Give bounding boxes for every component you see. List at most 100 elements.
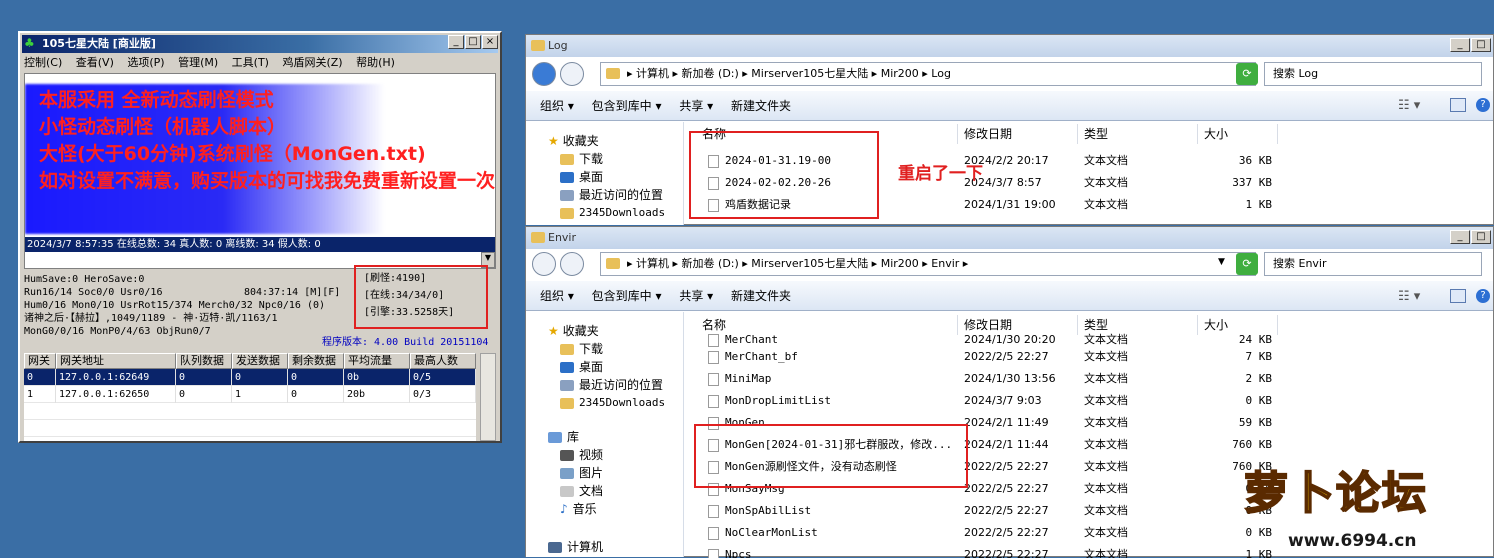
help-icon[interactable]: ?: [1476, 289, 1490, 303]
forward-icon[interactable]: [560, 62, 584, 86]
gate-cell: 0: [24, 369, 56, 386]
chevron-down-icon[interactable]: ▼: [1218, 257, 1225, 267]
nav-music[interactable]: ♪音乐: [560, 500, 597, 518]
col-date[interactable]: 修改日期: [958, 124, 1078, 144]
file-date: 2024/1/31 19:00: [964, 194, 1056, 216]
file-size: 1 KB: [1204, 194, 1272, 216]
menu-options[interactable]: 选项(P): [127, 56, 164, 69]
gate-col-send[interactable]: 发送数据: [232, 353, 288, 369]
online-count: [在线:34/34/0]: [364, 287, 486, 304]
include-library-button[interactable]: 包含到库中 ▾: [592, 99, 662, 113]
organize-button[interactable]: 组织 ▾: [540, 289, 574, 303]
menu-tools[interactable]: 工具(T): [232, 56, 269, 69]
share-button[interactable]: 共享 ▾: [679, 289, 713, 303]
nav-videos[interactable]: 视频: [560, 446, 603, 464]
minimize-button[interactable]: _: [1450, 230, 1470, 244]
col-name[interactable]: 名称: [696, 315, 958, 335]
help-icon[interactable]: ?: [1476, 98, 1490, 112]
col-size[interactable]: 大小: [1198, 315, 1278, 335]
list-item[interactable]: MonDropLimitList: [708, 390, 831, 412]
gate-col-addr[interactable]: 网关地址: [56, 353, 176, 369]
gate-col-remain[interactable]: 剩余数据: [288, 353, 344, 369]
share-button[interactable]: 共享 ▾: [679, 99, 713, 113]
forward-icon[interactable]: [560, 252, 584, 276]
engine-uptime: [引擎:33.5258天]: [364, 304, 486, 321]
nav-recent[interactable]: 最近访问的位置: [560, 376, 663, 394]
back-icon[interactable]: [532, 62, 556, 86]
gate-scrollbar[interactable]: [480, 353, 496, 441]
watermark-logo: 萝卜论坛: [1244, 457, 1428, 521]
server-menu: 控制(C) 查看(V) 选项(P) 管理(M) 工具(T) 鸡盾网关(Z) 帮助…: [24, 54, 405, 72]
organize-button[interactable]: 组织 ▾: [540, 99, 574, 113]
nav-2345downloads[interactable]: 2345Downloads: [560, 394, 665, 412]
nav-label: 最近访问的位置: [579, 378, 663, 392]
gate-col-id[interactable]: 网关: [24, 353, 56, 369]
nav-favorites[interactable]: ★收藏夹: [548, 132, 599, 150]
nav-libraries[interactable]: 库: [548, 428, 579, 446]
menu-control[interactable]: 控制(C): [24, 56, 62, 69]
maximize-button[interactable]: □: [1471, 230, 1491, 244]
new-folder-button[interactable]: 新建文件夹: [731, 289, 791, 303]
nav-label: 下载: [579, 152, 603, 166]
app-icon: ♣: [24, 36, 35, 50]
list-item[interactable]: NoClearMonList: [708, 522, 818, 544]
notice-line: 大怪(大于60分钟)系统刷怪（MonGen.txt): [39, 141, 495, 168]
view-icon[interactable]: ☷ ▾: [1398, 98, 1420, 113]
nav-desktop[interactable]: 桌面: [560, 358, 603, 376]
gate-cell: 20b: [344, 386, 410, 403]
menu-view[interactable]: 查看(V): [76, 56, 114, 69]
new-folder-button[interactable]: 新建文件夹: [731, 99, 791, 113]
refresh-icon[interactable]: ⟳: [1236, 253, 1258, 275]
col-size[interactable]: 大小: [1198, 124, 1278, 144]
nav-desktop[interactable]: 桌面: [560, 168, 603, 186]
nav-favorites[interactable]: ★收藏夹: [548, 322, 599, 340]
include-library-button[interactable]: 包含到库中 ▾: [592, 289, 662, 303]
table-row[interactable]: 1 127.0.0.1:62650 0 1 0 20b 0/3: [24, 386, 476, 403]
log-line-selected[interactable]: 2024/3/7 8:57:35 在线总数: 34 真人数: 0 离线数: 34…: [25, 237, 495, 252]
minimize-button[interactable]: _: [1450, 38, 1470, 52]
minimize-button[interactable]: _: [448, 35, 464, 49]
file-type: 文本文档: [1084, 456, 1128, 478]
maximize-button[interactable]: □: [465, 35, 481, 49]
list-item[interactable]: MonSpAbilList: [708, 500, 811, 522]
close-button[interactable]: ×: [482, 35, 498, 49]
file-date: 2022/2/5 22:27: [964, 478, 1049, 500]
nav-recent[interactable]: 最近访问的位置: [560, 186, 663, 204]
gate-col-avg[interactable]: 平均流量: [344, 353, 410, 369]
gate-col-queue[interactable]: 队列数据: [176, 353, 232, 369]
col-type[interactable]: 类型: [1078, 124, 1198, 144]
nav-label: 文档: [579, 484, 603, 498]
nav-downloads[interactable]: 下载: [560, 150, 603, 168]
list-item[interactable]: Npcs: [708, 544, 752, 558]
preview-pane-icon[interactable]: [1450, 289, 1466, 303]
address-bar[interactable]: ▸ 计算机 ▸ 新加卷 (D:) ▸ Mirserver105七星大陆 ▸ Mi…: [600, 252, 1256, 276]
address-bar[interactable]: ▸ 计算机 ▸ 新加卷 (D:) ▸ Mirserver105七星大陆 ▸ Mi…: [600, 62, 1256, 86]
back-icon[interactable]: [532, 252, 556, 276]
file-date: 2022/2/5 22:27: [964, 456, 1049, 478]
file-name: NoClearMonList: [725, 526, 818, 539]
preview-pane-icon[interactable]: [1450, 98, 1466, 112]
list-item[interactable]: MerChant_bf: [708, 346, 798, 368]
nav-documents[interactable]: 文档: [560, 482, 603, 500]
nav-computer[interactable]: 计算机: [548, 538, 603, 556]
search-input[interactable]: 搜索 Log: [1264, 62, 1482, 86]
search-input[interactable]: 搜索 Envir: [1264, 252, 1482, 276]
menu-gateway[interactable]: 鸡盾网关(Z): [282, 56, 342, 69]
file-name: MonDropLimitList: [725, 394, 831, 407]
table-row[interactable]: 0 127.0.0.1:62649 0 0 0 0b 0/5: [24, 369, 476, 386]
maximize-button[interactable]: □: [1471, 38, 1491, 52]
col-date[interactable]: 修改日期: [958, 315, 1078, 335]
desktop-icon: [560, 362, 574, 373]
view-icon[interactable]: ☷ ▾: [1398, 289, 1420, 304]
refresh-icon[interactable]: ⟳: [1236, 63, 1258, 85]
nav-2345downloads[interactable]: 2345Downloads: [560, 204, 665, 222]
folder-icon: [606, 68, 620, 79]
nav-downloads[interactable]: 下载: [560, 340, 603, 358]
nav-pictures[interactable]: 图片: [560, 464, 603, 482]
list-item[interactable]: MiniMap: [708, 368, 771, 390]
star-icon: ★: [548, 324, 559, 338]
menu-help[interactable]: 帮助(H): [356, 56, 395, 69]
gate-col-max[interactable]: 最高人数: [410, 353, 476, 369]
col-type[interactable]: 类型: [1078, 315, 1198, 335]
menu-manage[interactable]: 管理(M): [178, 56, 218, 69]
